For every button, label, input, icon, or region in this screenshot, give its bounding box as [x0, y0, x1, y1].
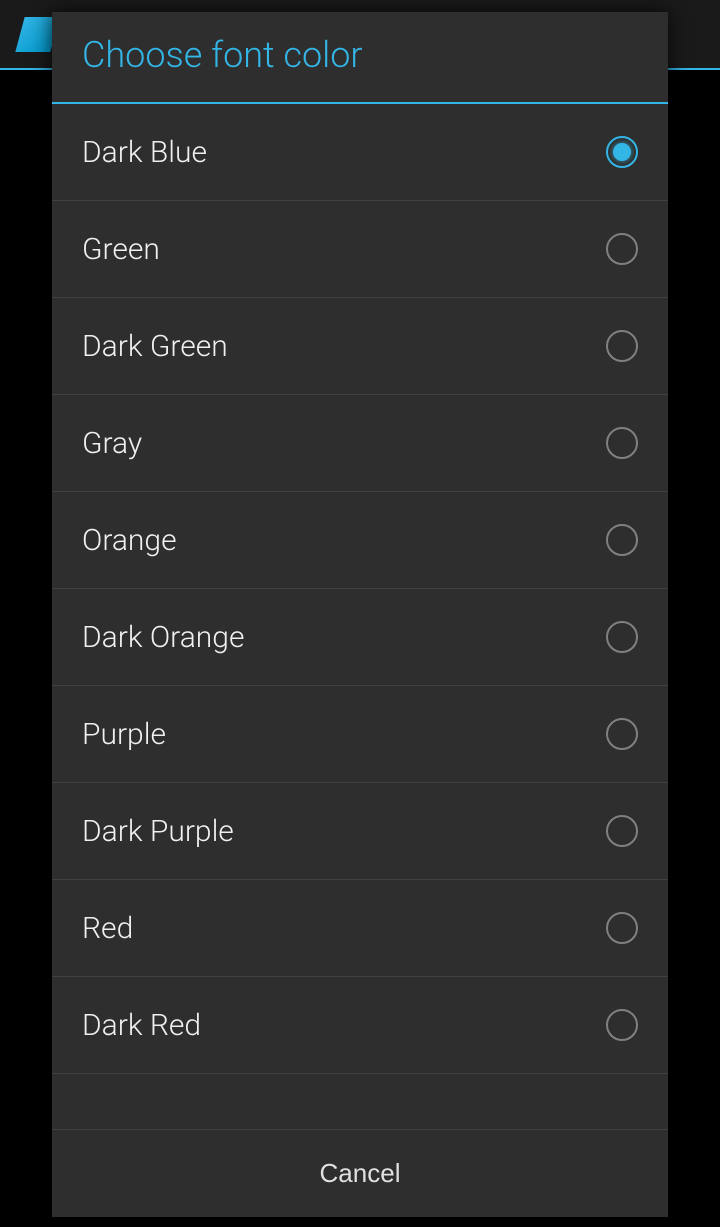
option-label: Dark Purple [82, 814, 234, 849]
option-label: Purple [82, 717, 166, 752]
radio-inner-dot [613, 143, 631, 161]
option-item[interactable]: Dark Green [52, 298, 668, 395]
option-item[interactable]: Dark Orange [52, 589, 668, 686]
radio-icon[interactable] [606, 136, 638, 168]
option-item[interactable]: Dark Red [52, 977, 668, 1074]
radio-icon[interactable] [606, 621, 638, 653]
cancel-button[interactable]: Cancel [52, 1130, 668, 1217]
option-label: Gray [82, 426, 142, 461]
option-label: Dark Red [82, 1008, 201, 1043]
dialog-title: Choose font color [52, 12, 668, 104]
dialog-footer: Cancel [52, 1129, 668, 1217]
option-label: Green [82, 232, 160, 267]
option-label: Dark Green [82, 329, 228, 364]
option-label: Dark Orange [82, 620, 244, 655]
option-label: Red [82, 911, 133, 946]
radio-icon[interactable] [606, 912, 638, 944]
radio-icon[interactable] [606, 524, 638, 556]
radio-icon[interactable] [606, 815, 638, 847]
options-list: Dark Blue Green Dark Green Gray Orange Dark O… [52, 104, 668, 1129]
option-item[interactable]: Orange [52, 492, 668, 589]
option-label: Orange [82, 523, 177, 558]
option-label: Dark Blue [82, 135, 207, 170]
option-item[interactable]: Green [52, 201, 668, 298]
option-item[interactable]: Dark Purple [52, 783, 668, 880]
option-item[interactable]: Purple [52, 686, 668, 783]
radio-icon[interactable] [606, 233, 638, 265]
font-color-dialog: Choose font color Dark Blue Green Dark Gre… [52, 12, 668, 1217]
option-item[interactable]: Dark Blue [52, 104, 668, 201]
radio-icon[interactable] [606, 427, 638, 459]
option-item[interactable]: Gray [52, 395, 668, 492]
radio-icon[interactable] [606, 718, 638, 750]
option-item[interactable]: Red [52, 880, 668, 977]
radio-icon[interactable] [606, 330, 638, 362]
radio-icon[interactable] [606, 1009, 638, 1041]
